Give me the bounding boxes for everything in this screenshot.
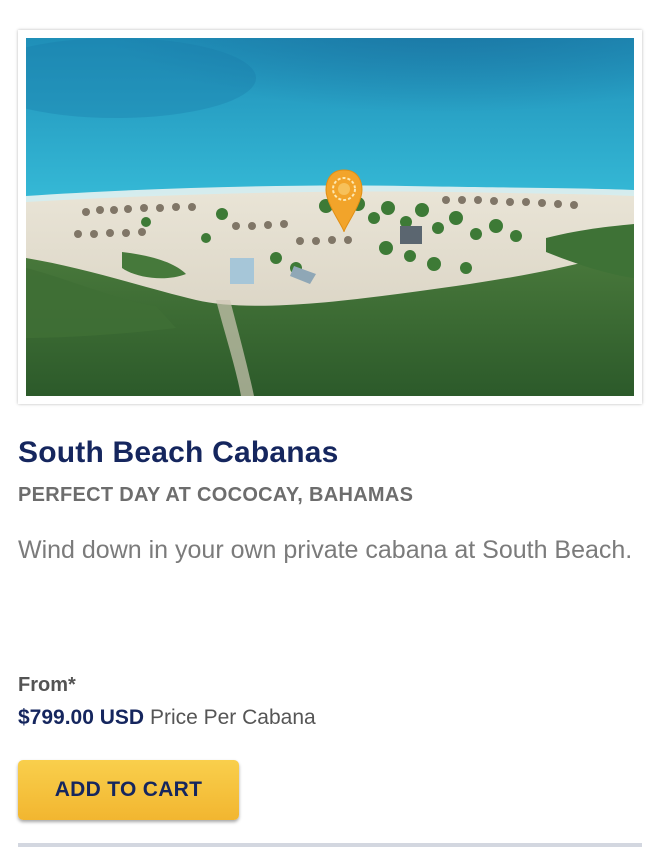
product-location: PERFECT DAY AT COCOCAY, BAHAMAS [18, 484, 414, 506]
price-unit: Price Per Cabana [149, 706, 316, 729]
add-to-cart-button[interactable]: ADD TO CART [18, 760, 239, 820]
product-description: Wind down in your own private cabana at … [18, 536, 633, 564]
product-title[interactable]: South Beach Cabanas [18, 436, 339, 470]
product-image-frame[interactable] [18, 30, 642, 404]
price-row: $799.00 USD Price Per Cabana [18, 706, 316, 730]
price-from-label: From* [18, 674, 76, 696]
beach-aerial-image[interactable] [26, 38, 634, 396]
card-divider [18, 843, 642, 847]
price-amount: $799.00 USD [18, 706, 145, 729]
cabana-product-card: South Beach Cabanas PERFECT DAY AT COCOC… [0, 0, 672, 850]
